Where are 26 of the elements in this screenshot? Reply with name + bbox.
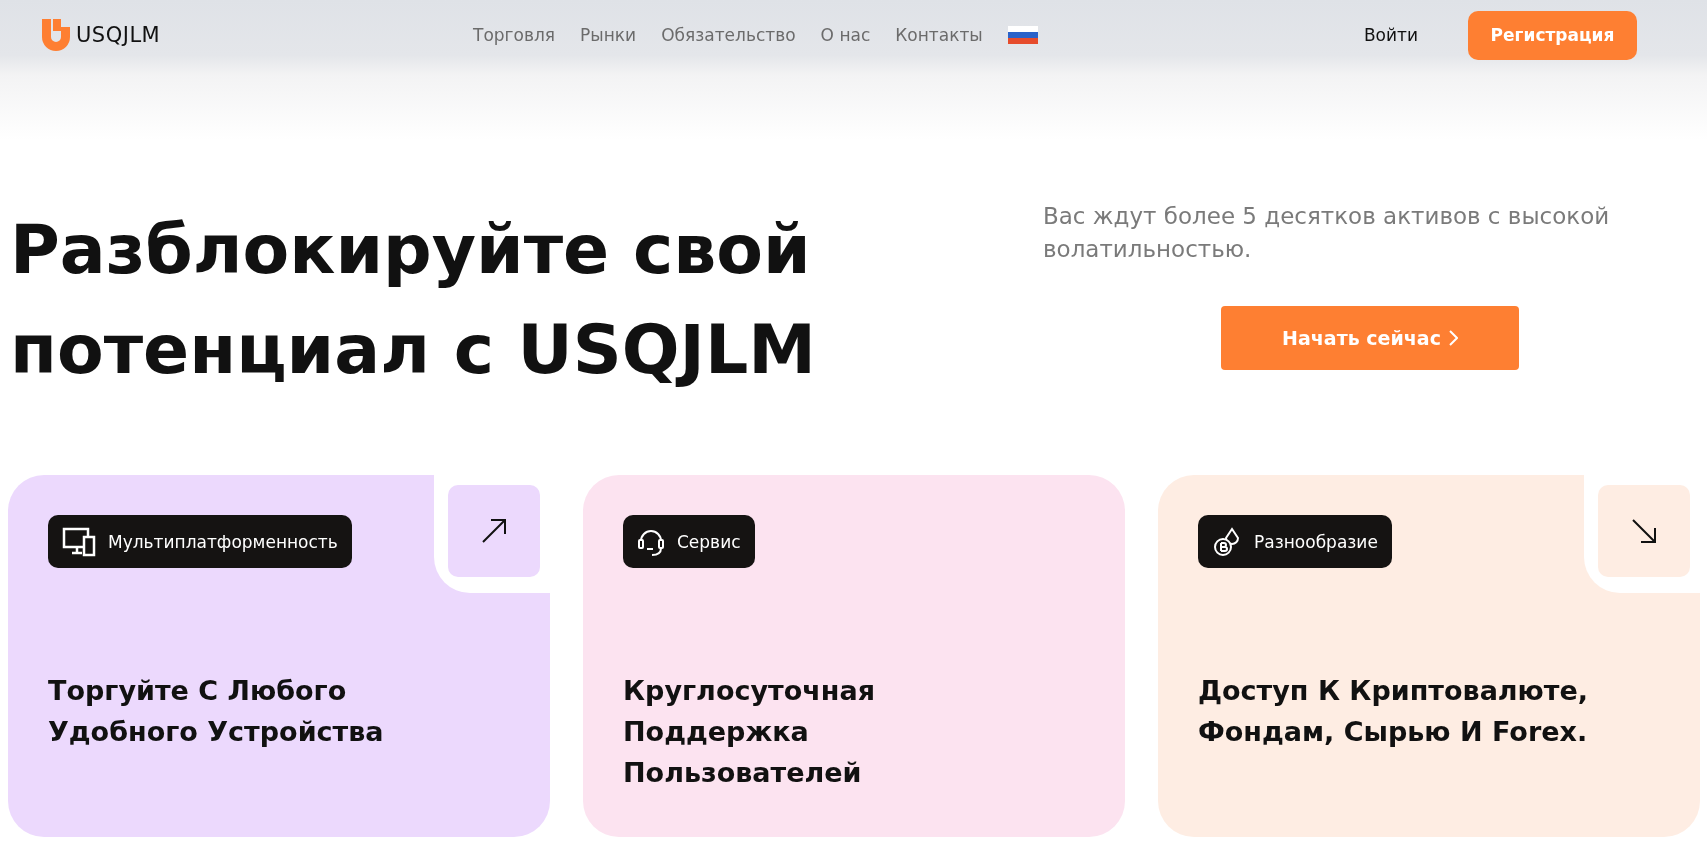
start-button[interactable]: Начать сейчас <box>1221 306 1519 370</box>
arrow-icon <box>1631 518 1657 544</box>
badge-label: Разнообразие <box>1254 531 1378 552</box>
coins-icon <box>1212 526 1242 557</box>
card-heading: Торгуйте С Любого Удобного Устройства <box>48 674 385 749</box>
nav-link[interactable]: Торговля <box>473 25 556 45</box>
nav-link[interactable]: Рынки <box>580 25 637 45</box>
arrow-tile[interactable] <box>448 485 540 577</box>
hero-subtitle: Вас ждут более 5 десятков активов с высокой волатильностью. <box>1043 202 1611 264</box>
register-button[interactable]: Регистрация <box>1468 10 1637 60</box>
devices-icon <box>62 526 96 557</box>
nav-link[interactable]: Контакты <box>895 25 983 45</box>
badge-label: Мультиплатформенность <box>108 531 338 552</box>
nav-link[interactable]: О нас <box>820 25 871 45</box>
nav-link[interactable]: Обязательство <box>661 25 796 45</box>
flag-icon[interactable] <box>1007 26 1038 44</box>
badge-label: Сервис <box>677 531 741 552</box>
logo-icon <box>42 19 70 51</box>
card-heading: Доступ К Криптовалюте, Фондам, Сырью И Forex. <box>1198 674 1590 749</box>
card-heading: Круглосуточная Поддержка Пользователей <box>623 674 876 790</box>
login-link[interactable]: Войти <box>1363 25 1418 45</box>
hero-title: Разблокируйте свой потенциал с USQJLM <box>10 209 817 391</box>
arrow-icon <box>481 518 507 544</box>
chevron-icon <box>1448 330 1458 346</box>
arrow-tile[interactable] <box>1598 485 1690 577</box>
logo-text: USQJLM <box>76 23 161 47</box>
